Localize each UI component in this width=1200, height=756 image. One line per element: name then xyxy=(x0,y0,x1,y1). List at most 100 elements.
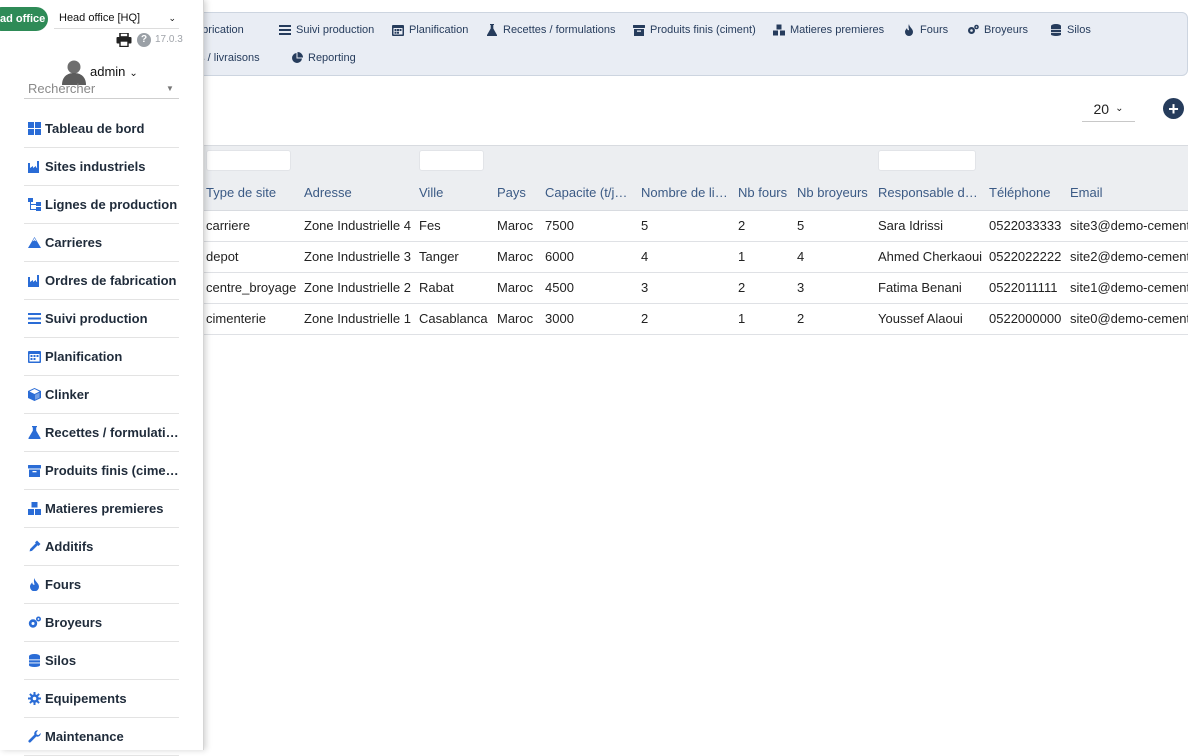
sidebar-item-fours[interactable]: Fours xyxy=(24,566,179,604)
sidebar-item-matieres-premieres[interactable]: Matieres premieres xyxy=(24,490,179,528)
topmenu-item-suivi-production[interactable]: Suivi production xyxy=(279,20,374,40)
cogs-icon xyxy=(28,616,41,629)
table-row[interactable]: cimenterie Zone Industrielle 1 Casablanca M… xyxy=(190,304,1188,335)
print-icon[interactable] xyxy=(116,33,132,47)
table-cell: Youssef Alaoui xyxy=(878,311,963,326)
industry-icon xyxy=(28,160,41,173)
filter-input-type[interactable] xyxy=(206,150,291,171)
topmenu-item-matieres-premieres[interactable]: Matieres premieres xyxy=(773,20,884,40)
list-icon xyxy=(279,25,291,35)
column-header-email[interactable]: Email xyxy=(1070,175,1188,211)
table-cell: 2 xyxy=(797,311,805,326)
chevron-down-icon: ⌄ xyxy=(1115,103,1124,114)
table-cell: 0522011111 xyxy=(989,280,1058,295)
table-cell: Tanger xyxy=(419,249,459,264)
sidebar-item-label: Matieres premieres xyxy=(45,501,164,516)
topmenu-item-label: Matieres premieres xyxy=(790,24,885,36)
table-cell: 5 xyxy=(797,218,805,233)
table-cell: Zone Industrielle 2 xyxy=(304,280,411,295)
column-header-adresse[interactable]: Adresse xyxy=(304,175,409,211)
box-icon xyxy=(28,464,41,477)
user-menu[interactable]: admin ⌄ xyxy=(90,64,138,79)
list-icon xyxy=(28,312,41,325)
table-cell: 3000 xyxy=(545,311,574,326)
chevron-down-icon: ⌄ xyxy=(168,13,176,23)
table-cell: Sara Idrissi xyxy=(878,218,944,233)
topmenu-item-reporting[interactable]: Reporting xyxy=(291,48,356,68)
sidebar-item-planification[interactable]: Planification xyxy=(24,338,179,376)
column-header-type[interactable]: Type de site xyxy=(206,175,296,211)
column-header-telephone[interactable]: Téléphone xyxy=(989,175,1064,211)
sidebar-item-label: Sites industriels xyxy=(45,159,146,174)
table-cell: 0522000000 xyxy=(989,311,1062,326)
sidebar-item-label: Carrieres xyxy=(45,235,103,250)
page-size-select[interactable]: 20 ⌄ xyxy=(1082,96,1135,122)
sidebar-item-produits-finis-ciment[interactable]: Produits finis (ciment) xyxy=(24,452,179,490)
entity-badge[interactable]: ad office xyxy=(0,7,48,31)
pie-chart-icon xyxy=(292,52,303,63)
sidebar-item-carrieres[interactable]: Carrieres xyxy=(24,224,179,262)
column-header-responsable[interactable]: Responsable d… xyxy=(878,175,978,211)
sidebar-item-sites-industriels[interactable]: Sites industriels xyxy=(24,148,179,186)
table-cell: centre_broyage xyxy=(206,280,297,295)
table-cell: 0522022222 xyxy=(989,249,1062,264)
topmenu-item-planification[interactable]: Planification xyxy=(392,20,468,40)
sidebar-item-silos[interactable]: Silos xyxy=(24,642,179,680)
filter-input-responsable[interactable] xyxy=(878,150,976,171)
sidebar-item-lignes-de-production[interactable]: Lignes de production xyxy=(24,186,179,224)
topmenu-item-label: Broyeurs xyxy=(984,24,1029,36)
filter-row xyxy=(190,145,1188,175)
sidebar-item-label: Produits finis (ciment) xyxy=(45,463,179,478)
sidebar-item-broyeurs[interactable]: Broyeurs xyxy=(24,604,179,642)
topmenu-item-fours[interactable]: Fours xyxy=(903,20,948,40)
column-header-capacite[interactable]: Capacite (t/j… xyxy=(545,175,635,211)
sites-table: Type de site Adresse Ville Pays Capacite… xyxy=(190,145,1188,335)
column-header-nb-lignes[interactable]: Nombre de li… xyxy=(641,175,731,211)
entity-select[interactable]: Head office [HQ] ⌄ xyxy=(54,7,179,29)
topmenu-item-label: Produits finis (ciment) xyxy=(650,24,756,36)
table-row[interactable]: centre_broyage Zone Industrielle 2 Rabat Ma… xyxy=(190,273,1188,304)
table-row[interactable]: depot Zone Industrielle 3 Tanger Maroc 6000 4… xyxy=(190,242,1188,273)
column-header-pays[interactable]: Pays xyxy=(497,175,537,211)
help-icon[interactable]: ? xyxy=(137,33,151,47)
topmenu-item-silos[interactable]: Silos xyxy=(1050,20,1091,40)
topmenu-item-label: Suivi production xyxy=(296,24,375,36)
sidebar-item-tableau-de-bord[interactable]: Tableau de bord xyxy=(24,110,179,148)
sidebar-item-recettes-formulations[interactable]: Recettes / formulations xyxy=(24,414,179,452)
chevron-down-icon: ⌄ xyxy=(129,68,138,79)
sidebar-item-additifs[interactable]: Additifs xyxy=(24,528,179,566)
cube-icon xyxy=(28,388,41,401)
table-row[interactable]: carriere Zone Industrielle 4 Fes Maroc 7500 5… xyxy=(190,211,1188,242)
page-size-value: 20 xyxy=(1093,100,1110,117)
table-header-row: Type de site Adresse Ville Pays Capacite… xyxy=(190,175,1188,211)
sidebar-item-label: Recettes / formulations xyxy=(45,425,179,440)
sidebar-item-label: Clinker xyxy=(45,387,90,402)
filter-input-ville[interactable] xyxy=(419,150,484,171)
sidebar-item-label: Lignes de production xyxy=(45,197,178,212)
search-dropdown-icon[interactable]: ▼ xyxy=(166,84,174,93)
column-header-nb-fours[interactable]: Nb fours xyxy=(738,175,793,211)
table-cell: Zone Industrielle 4 xyxy=(304,218,411,233)
column-header-nb-broyeurs[interactable]: Nb broyeurs xyxy=(797,175,872,211)
cubes-icon xyxy=(773,24,785,36)
topmenu-item-recettes[interactable]: Recettes / formulations xyxy=(486,20,616,40)
topmenu-item-label: Planification xyxy=(409,24,469,36)
table-cell: 2 xyxy=(738,218,746,233)
search-input[interactable] xyxy=(24,79,179,99)
column-header-ville[interactable]: Ville xyxy=(419,175,489,211)
table-cell: Fes xyxy=(419,218,441,233)
sidebar-item-equipements[interactable]: Equipements xyxy=(24,680,179,718)
topmenu-item-produits-finis[interactable]: Produits finis (ciment) xyxy=(633,20,756,40)
table-cell: 1 xyxy=(738,249,746,264)
table-cell: Casablanca xyxy=(419,311,488,326)
sidebar-item-suivi-production[interactable]: Suivi production xyxy=(24,300,179,338)
table-cell: Ahmed Cherkaoui xyxy=(878,249,983,264)
table-cell: Rabat xyxy=(419,280,454,295)
sidebar-item-clinker[interactable]: Clinker xyxy=(24,376,179,414)
plus-icon: + xyxy=(1168,98,1179,119)
add-record-button[interactable]: + xyxy=(1163,98,1184,119)
topmenu-item-label: Recettes / formulations xyxy=(503,24,616,36)
topmenu-item-broyeurs[interactable]: Broyeurs xyxy=(967,20,1028,40)
sidebar-item-maintenance[interactable]: Maintenance xyxy=(24,718,179,756)
sidebar-item-ordres-de-fabrication[interactable]: Ordres de fabrication xyxy=(24,262,179,300)
